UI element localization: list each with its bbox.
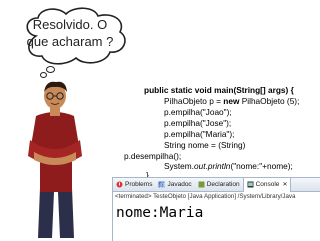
thought-trail-dot bbox=[46, 66, 55, 73]
code-line: String nome = (String) bbox=[164, 140, 246, 150]
code-signature: public static void main(String[] args) { bbox=[144, 85, 294, 95]
tab-declaration[interactable]: Declaration bbox=[195, 178, 243, 191]
tab-label: Javadoc bbox=[167, 181, 192, 188]
code-line: PilhaObjeto p = new PilhaObjeto (5); bbox=[164, 96, 300, 106]
thought-trail-dot bbox=[40, 72, 47, 78]
console-output: nome:Maria bbox=[116, 205, 204, 221]
declaration-icon bbox=[198, 181, 205, 188]
view-tab-bar: Problems @ Javadoc Declaration Console ✕ bbox=[113, 178, 320, 192]
close-icon[interactable]: ✕ bbox=[282, 181, 287, 188]
tab-problems[interactable]: Problems bbox=[113, 178, 155, 191]
console-icon bbox=[247, 181, 254, 188]
javadoc-icon: @ bbox=[158, 181, 165, 188]
svg-text:@: @ bbox=[160, 183, 166, 188]
tab-label: Declaration bbox=[206, 181, 240, 188]
code-line: p.empilha("Jose"); bbox=[164, 118, 232, 128]
tab-console[interactable]: Console ✕ bbox=[242, 178, 292, 192]
console-panel: Problems @ Javadoc Declaration Console ✕… bbox=[112, 177, 320, 241]
tab-label: Console bbox=[255, 181, 280, 188]
console-status: <terminated> TesteObjeto [Java Applicati… bbox=[115, 193, 296, 200]
code-line: p.empilha("Joao"); bbox=[164, 107, 232, 117]
tab-label: Problems bbox=[125, 181, 153, 188]
code-line: System.out.println("nome:"+nome); bbox=[164, 161, 293, 171]
problems-icon bbox=[116, 181, 123, 188]
bubble-text: Resolvido. O que acharam ? bbox=[26, 17, 114, 49]
tab-javadoc[interactable]: @ Javadoc bbox=[155, 178, 194, 191]
code-line: p.empilha("Maria"); bbox=[164, 129, 235, 139]
person-illustration bbox=[28, 81, 82, 238]
code-line: p.desempilha(); bbox=[124, 151, 182, 161]
